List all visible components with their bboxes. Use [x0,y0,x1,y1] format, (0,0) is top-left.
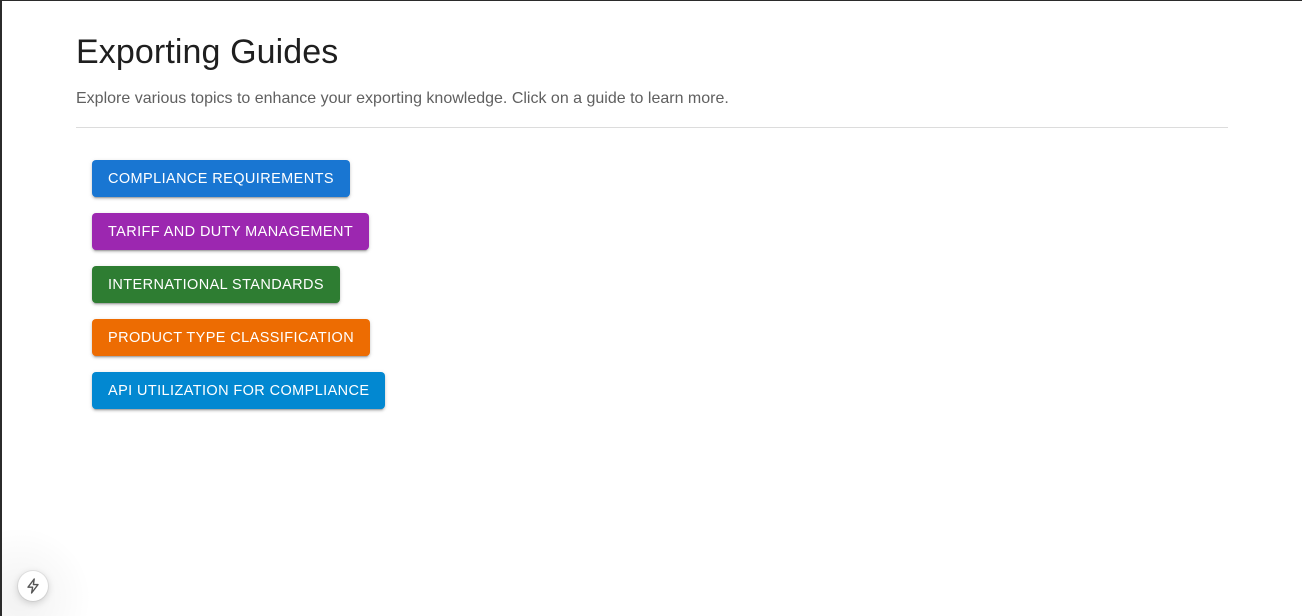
app-frame: Exporting Guides Explore various topics … [0,0,1302,616]
guide-button-product-type-classification[interactable]: PRODUCT TYPE CLASSIFICATION [92,319,371,356]
guide-button-tariff-and-duty-management[interactable]: TARIFF AND DUTY MANAGEMENT [92,213,370,250]
page-subtitle: Explore various topics to enhance your e… [76,90,729,107]
page-title: Exporting Guides [76,33,339,71]
guide-button-api-utilization-for-compliance[interactable]: API UTILIZATION FOR COMPLIANCE [92,372,386,409]
guide-list: COMPLIANCE REQUIREMENTS TARIFF AND DUTY … [92,160,386,409]
dev-tools-badge[interactable] [18,571,48,601]
guide-button-international-standards[interactable]: INTERNATIONAL STANDARDS [92,266,340,303]
guide-button-compliance-requirements[interactable]: COMPLIANCE REQUIREMENTS [92,160,350,197]
lightning-bolt-icon [27,578,39,594]
badge-glow [2,526,92,616]
divider [76,127,1228,128]
